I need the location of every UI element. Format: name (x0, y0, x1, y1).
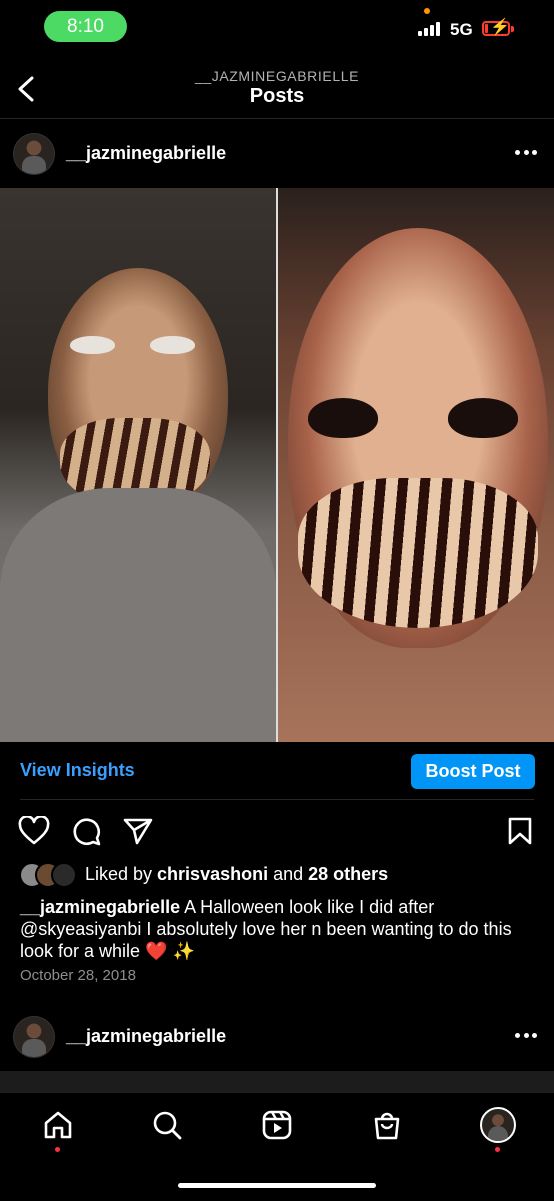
profile-avatar[interactable] (480, 1107, 516, 1143)
photo-left-panel (0, 188, 276, 742)
status-time: 8:10 (44, 11, 127, 42)
profile-notification-dot (495, 1147, 500, 1152)
likes-others[interactable]: 28 others (308, 864, 388, 884)
likes-prefix: Liked by (85, 864, 158, 884)
liker-avatars[interactable] (19, 862, 79, 888)
shop-icon[interactable] (371, 1109, 403, 1141)
photo-right-panel (278, 188, 554, 742)
home-notification-dot (55, 1147, 60, 1152)
view-insights-link[interactable]: View Insights (20, 760, 135, 781)
boost-post-button[interactable]: Boost Post (411, 754, 535, 789)
next-post-author-username[interactable]: __jazminegabrielle (66, 1026, 226, 1047)
likes-summary[interactable]: Liked by chrisvashoni and 28 others (85, 864, 388, 885)
comment-icon[interactable] (70, 816, 102, 848)
page-title: Posts (249, 85, 305, 107)
next-post-photo-edge (0, 1071, 554, 1093)
post-caption: __jazminegabrielle A Halloween look like… (20, 896, 540, 962)
charging-bolt-icon: ⚡ (490, 19, 510, 36)
battery-level-fill (485, 24, 488, 33)
insights-divider (20, 799, 534, 800)
reels-icon[interactable] (261, 1109, 293, 1141)
privacy-indicator-dot (424, 8, 430, 14)
post-author-avatar[interactable] (13, 133, 55, 175)
caption-username[interactable]: __jazminegabrielle (20, 897, 180, 917)
likes-middle: and (268, 864, 309, 884)
post-author-username[interactable]: __jazminegabrielle (66, 143, 226, 164)
next-post-more-options-icon[interactable] (515, 1033, 537, 1039)
home-indicator (178, 1183, 376, 1188)
more-options-icon[interactable] (515, 150, 537, 156)
save-bookmark-icon[interactable] (507, 816, 533, 846)
network-type: 5G (450, 20, 473, 39)
search-icon[interactable] (151, 1109, 183, 1141)
like-heart-icon[interactable] (18, 816, 50, 846)
share-send-icon[interactable] (122, 816, 154, 846)
liker-avatar (51, 862, 77, 888)
home-icon[interactable] (42, 1109, 74, 1141)
post-date: October 28, 2018 (20, 967, 136, 984)
post-photo[interactable] (0, 188, 554, 742)
battery-tip (511, 26, 514, 32)
header-divider (0, 118, 554, 119)
likes-user[interactable]: chrisvashoni (157, 864, 268, 884)
header-username: __JAZMINEGABRIELLE (194, 68, 360, 84)
signal-strength-icon (418, 22, 440, 36)
next-post-author-avatar[interactable] (13, 1016, 55, 1058)
